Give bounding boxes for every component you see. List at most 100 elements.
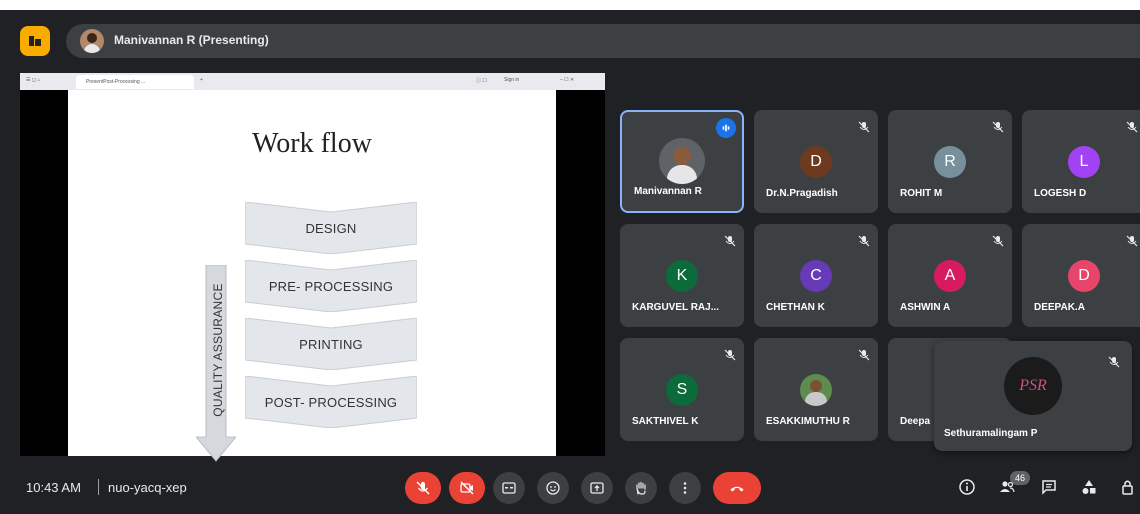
participant-avatar: L	[1068, 146, 1100, 178]
people-icon	[1000, 481, 1015, 493]
info-icon	[959, 479, 975, 495]
workflow-step-postprocessing: POST- PROCESSING	[245, 376, 417, 428]
mic-off-icon	[1126, 120, 1138, 133]
participant-photo-avatar	[659, 138, 705, 184]
participant-avatar: A	[934, 260, 966, 292]
step-label: POST- PROCESSING	[264, 394, 398, 410]
presenter-avatar	[80, 29, 104, 53]
participant-tile[interactable]: S SAKTHIVEL K	[620, 338, 744, 441]
participant-tile[interactable]: K KARGUVEL RAJ...	[620, 224, 744, 327]
participant-tile[interactable]: Manivannan R	[620, 110, 744, 213]
new-tab-icon: +	[200, 77, 203, 83]
participant-name: ESAKKIMUTHU R	[766, 416, 850, 427]
meeting-details-button[interactable]	[956, 476, 978, 498]
lock-person-icon	[1122, 480, 1133, 495]
participant-name: SAKTHIVEL K	[632, 416, 699, 427]
more-options-button[interactable]	[669, 472, 701, 504]
participant-tile[interactable]: C CHETHAN K	[754, 224, 878, 327]
present-button[interactable]	[581, 472, 613, 504]
raise-hand-button[interactable]	[625, 472, 657, 504]
presenting-label: Manivannan R (Presenting)	[114, 33, 269, 47]
floating-name: Sethuramalingam P	[944, 428, 1038, 439]
participant-name: Dr.N.Pragadish	[766, 188, 838, 199]
host-controls-button[interactable]	[1118, 476, 1140, 498]
participant-avatar: C	[800, 260, 832, 292]
workflow-step-design: DESIGN	[245, 202, 417, 254]
mic-off-icon	[858, 234, 870, 247]
leave-call-button[interactable]	[713, 472, 761, 504]
presenting-banner: Manivannan R (Presenting)	[66, 24, 1140, 58]
shared-browser-tab: PresentPost-Processing ...	[76, 75, 194, 89]
participant-avatar: S	[666, 374, 698, 406]
speaking-indicator-icon	[716, 118, 736, 138]
more-vert-icon	[683, 482, 687, 494]
activities-button[interactable]	[20, 26, 50, 56]
window-controls-icon: – ☐ ✕	[560, 77, 575, 83]
quality-assurance-arrow: QUALITY ASSURANCE	[194, 264, 238, 465]
participant-name: DEEPAK.A	[1034, 302, 1085, 313]
mic-off-icon	[1126, 234, 1138, 247]
separator	[98, 479, 99, 495]
meet-window: Manivannan R (Presenting) ☰ ◻ ⌂ PresentP…	[0, 10, 1140, 514]
participant-tile[interactable]: D Dr.N.Pragadish	[754, 110, 878, 213]
chat-button[interactable]	[1038, 476, 1060, 498]
floating-avatar: PSR	[1004, 357, 1062, 415]
participant-tile[interactable]: ESAKKIMUTHU R	[754, 338, 878, 441]
mic-off-icon	[858, 120, 870, 133]
captions-button[interactable]	[493, 472, 525, 504]
mic-off-icon	[992, 234, 1004, 247]
participant-avatar: K	[666, 260, 698, 292]
shared-screen: ☰ ◻ ⌂ PresentPost-Processing ... + ⓘ ☐ S…	[20, 73, 605, 462]
participant-avatar: D	[1068, 260, 1100, 292]
participant-tile[interactable]: D DEEPAK.A	[1022, 224, 1140, 327]
hang-up-icon	[730, 486, 744, 492]
hand-icon	[636, 481, 646, 495]
mic-off-icon	[858, 348, 870, 361]
quality-assurance-label: QUALITY ASSURANCE	[211, 283, 225, 417]
top-bar: Manivannan R (Presenting)	[12, 20, 1140, 60]
mic-off-icon	[416, 481, 430, 495]
browser-menu-icon: ☰ ◻ ⌂	[26, 77, 41, 83]
participant-avatar: D	[800, 146, 832, 178]
mic-toggle-button[interactable]	[405, 472, 441, 504]
slide-title: Work flow	[252, 128, 372, 159]
shared-browser-bar: ☰ ◻ ⌂ PresentPost-Processing ... + ⓘ ☐ S…	[20, 73, 605, 90]
participant-name: CHETHAN K	[766, 302, 825, 313]
bottom-bar: 10:43 AM nuo-yacq-xep 46	[0, 458, 1140, 514]
participant-name: ASHWIN A	[900, 302, 951, 313]
clock: 10:43 AM	[26, 480, 81, 495]
mic-off-icon	[1108, 355, 1120, 368]
camera-off-icon	[460, 481, 474, 495]
workflow-step-printing: PRINTING	[245, 318, 417, 370]
workflow-step-preprocessing: PRE- PROCESSING	[245, 260, 417, 312]
meeting-code: nuo-yacq-xep	[108, 480, 187, 495]
chat-icon	[1042, 480, 1056, 495]
step-label: PRINTING	[299, 336, 363, 352]
mic-off-icon	[724, 348, 736, 361]
emoji-icon	[546, 481, 560, 495]
participant-tile[interactable]: R ROHIT M	[888, 110, 1012, 213]
shapes-icon	[1082, 480, 1096, 494]
mic-off-icon	[992, 120, 1004, 133]
participant-photo-avatar	[800, 374, 832, 406]
info-icon: ⓘ ☐	[476, 78, 487, 84]
participant-name: KARGUVEL RAJ...	[632, 302, 720, 313]
camera-toggle-button[interactable]	[449, 472, 485, 504]
reactions-button[interactable]	[537, 472, 569, 504]
sign-in-link: Sign in	[504, 77, 520, 83]
participant-name: ROHIT M	[900, 188, 943, 199]
present-screen-icon	[590, 482, 604, 494]
participant-avatar: R	[934, 146, 966, 178]
people-button[interactable]	[996, 476, 1018, 498]
participant-tile[interactable]: A ASHWIN A	[888, 224, 1012, 327]
slide: Work flow DESIGN PRE- PROCESSING PRINTIN…	[68, 90, 556, 462]
mic-off-icon	[724, 234, 736, 247]
participant-name: Manivannan R	[634, 186, 702, 197]
participant-name: LOGESH D	[1034, 188, 1087, 199]
floating-self-view[interactable]: PSR Sethuramalingam P	[934, 341, 1132, 451]
participant-tile[interactable]: L LOGESH D	[1022, 110, 1140, 213]
captions-icon	[502, 482, 516, 494]
activities-toolbar-button[interactable]	[1078, 476, 1100, 498]
participant-name: Deepa	[900, 416, 931, 427]
step-label: DESIGN	[305, 220, 357, 236]
